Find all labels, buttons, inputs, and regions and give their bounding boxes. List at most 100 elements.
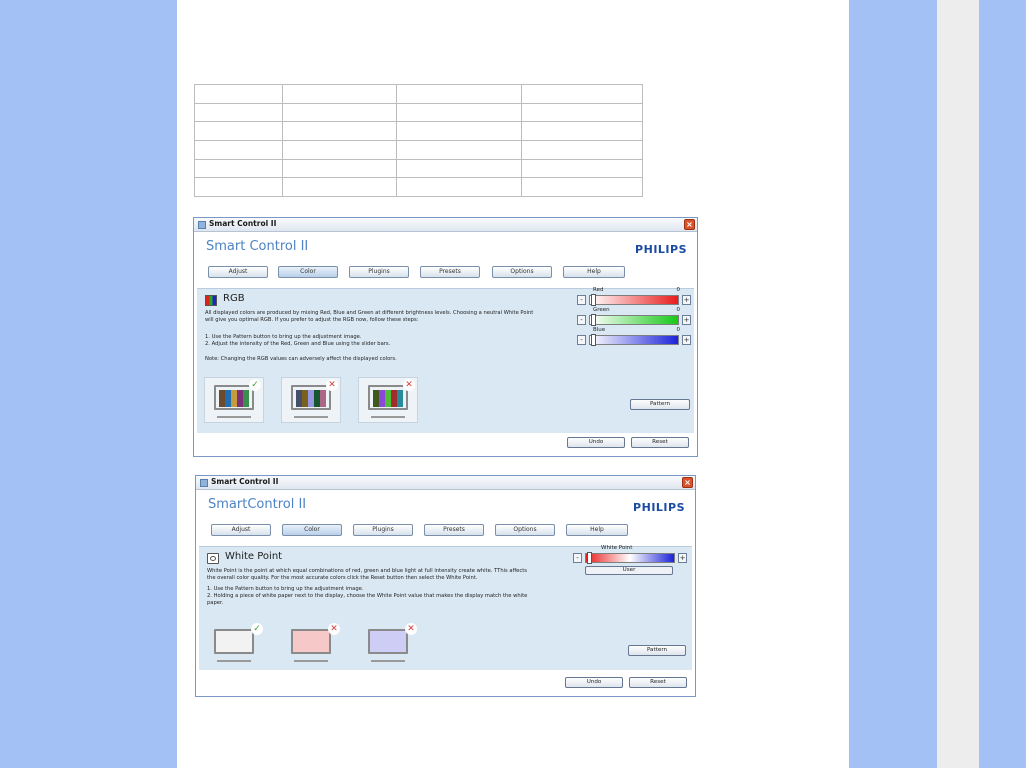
close-icon[interactable]: × bbox=[684, 219, 695, 230]
preview-incorrect-cool: ✕ bbox=[359, 622, 419, 668]
white-point-plus-button[interactable]: + bbox=[678, 553, 687, 563]
tab-adjust[interactable]: Adjust bbox=[211, 524, 271, 536]
title-bar: Smart Control II × bbox=[196, 476, 695, 490]
tab-plugins[interactable]: Plugins bbox=[349, 266, 409, 278]
people-photo bbox=[296, 390, 326, 407]
blue-track[interactable] bbox=[589, 335, 679, 345]
philips-logo: PHILIPS bbox=[633, 501, 685, 514]
tab-bar: Adjust Color Plugins Presets Options Hel… bbox=[206, 266, 636, 279]
blue-plus-button[interactable]: + bbox=[682, 335, 691, 345]
white-point-icon bbox=[207, 553, 219, 564]
white-point-minus-button[interactable]: - bbox=[573, 553, 582, 563]
left-blue-band bbox=[0, 0, 177, 768]
app-icon bbox=[200, 479, 208, 487]
green-slider[interactable]: - + bbox=[577, 314, 692, 326]
app-header: Smart Control II PHILIPS Adjust Color Pl… bbox=[194, 233, 697, 288]
app-title: SmartControl II bbox=[208, 497, 307, 512]
monitor-icon bbox=[368, 629, 408, 654]
step-2: 2. Holding a piece of white paper next t… bbox=[207, 593, 528, 606]
tab-plugins[interactable]: Plugins bbox=[353, 524, 413, 536]
tab-adjust[interactable]: Adjust bbox=[208, 266, 268, 278]
monitor-stand bbox=[371, 416, 405, 418]
pattern-button[interactable]: Pattern bbox=[628, 645, 686, 656]
tab-help[interactable]: Help bbox=[563, 266, 625, 278]
tab-color[interactable]: Color bbox=[278, 266, 338, 278]
table-row bbox=[194, 158, 643, 179]
preview-incorrect-warm: ✕ bbox=[358, 377, 418, 423]
smart-control-rgb-window: Smart Control II × Smart Control II PHIL… bbox=[193, 217, 698, 457]
blue-label: Blue bbox=[593, 327, 606, 333]
monitor-icon bbox=[214, 385, 254, 410]
reset-button[interactable]: Reset bbox=[629, 677, 687, 688]
white-point-slider[interactable]: - + bbox=[573, 552, 688, 564]
white-point-label: White Point bbox=[601, 545, 633, 551]
section-title: RGB bbox=[223, 293, 245, 304]
right-grey-band bbox=[937, 0, 979, 768]
undo-button[interactable]: Undo bbox=[565, 677, 623, 688]
check-icon: ✓ bbox=[251, 623, 263, 635]
monitor-icon bbox=[214, 629, 254, 654]
rgb-note: Note: Changing the RGB values can advers… bbox=[205, 356, 397, 362]
white-point-value-field[interactable]: User bbox=[585, 566, 673, 575]
smart-control-white-point-window: Smart Control II × SmartControl II PHILI… bbox=[195, 475, 696, 697]
footer-bar: Undo Reset bbox=[197, 433, 694, 453]
table-row bbox=[194, 121, 643, 141]
white-point-thumb[interactable] bbox=[587, 552, 592, 564]
tab-options[interactable]: Options bbox=[492, 266, 552, 278]
white-point-track[interactable] bbox=[585, 553, 675, 563]
people-photo bbox=[373, 390, 403, 407]
red-minus-button[interactable]: - bbox=[577, 295, 586, 305]
monitor-stand bbox=[294, 660, 328, 662]
monitor-icon bbox=[291, 629, 331, 654]
tab-options[interactable]: Options bbox=[495, 524, 555, 536]
red-track[interactable] bbox=[589, 295, 679, 305]
green-track[interactable] bbox=[589, 315, 679, 325]
pattern-button[interactable]: Pattern bbox=[630, 399, 690, 410]
app-header: SmartControl II PHILIPS Adjust Color Plu… bbox=[196, 491, 695, 546]
step-2: 2. Adjust the intensity of the Red, Gree… bbox=[205, 341, 391, 347]
preview-incorrect-cool: ✕ bbox=[281, 377, 341, 423]
cross-icon: ✕ bbox=[326, 379, 338, 391]
table-row bbox=[194, 84, 643, 104]
rgb-panel: RGB All displayed colors are produced by… bbox=[197, 287, 694, 433]
red-slider[interactable]: - + bbox=[577, 294, 692, 306]
white-point-description: White Point is the point at which equal … bbox=[207, 568, 527, 581]
cross-icon: ✕ bbox=[405, 623, 417, 635]
step-1: 1. Use the Pattern button to bring up th… bbox=[205, 334, 362, 340]
monitor-icon bbox=[291, 385, 331, 410]
red-value: 0 bbox=[676, 287, 681, 293]
blue-thumb[interactable] bbox=[591, 334, 596, 346]
tab-help[interactable]: Help bbox=[566, 524, 628, 536]
green-minus-button[interactable]: - bbox=[577, 315, 586, 325]
check-icon: ✓ bbox=[249, 379, 261, 391]
empty-table bbox=[194, 84, 643, 197]
monitor-icon bbox=[368, 385, 408, 410]
close-icon[interactable]: × bbox=[682, 477, 693, 488]
tab-bar: Adjust Color Plugins Presets Options Hel… bbox=[208, 524, 638, 537]
preview-correct: ✓ bbox=[205, 622, 265, 668]
red-thumb[interactable] bbox=[591, 294, 596, 306]
red-plus-button[interactable]: + bbox=[682, 295, 691, 305]
tab-presets[interactable]: Presets bbox=[420, 266, 480, 278]
app-title: Smart Control II bbox=[206, 239, 309, 254]
reset-button[interactable]: Reset bbox=[631, 437, 689, 448]
tab-presets[interactable]: Presets bbox=[424, 524, 484, 536]
blue-slider[interactable]: - + bbox=[577, 334, 692, 346]
window-title: Smart Control II bbox=[209, 219, 277, 228]
cross-icon: ✕ bbox=[403, 379, 415, 391]
green-plus-button[interactable]: + bbox=[682, 315, 691, 325]
table-row bbox=[194, 177, 643, 197]
table-row bbox=[194, 139, 643, 160]
green-thumb[interactable] bbox=[591, 314, 596, 326]
table-row bbox=[194, 102, 643, 123]
window-title: Smart Control II bbox=[211, 477, 279, 486]
undo-button[interactable]: Undo bbox=[567, 437, 625, 448]
white-point-panel: White Point White Point is the point at … bbox=[199, 545, 692, 670]
tab-color[interactable]: Color bbox=[282, 524, 342, 536]
footer-bar: Undo Reset bbox=[199, 673, 692, 693]
rgb-description: All displayed colors are produced by mix… bbox=[205, 310, 534, 323]
monitor-stand bbox=[294, 416, 328, 418]
monitor-stand bbox=[217, 660, 251, 662]
blue-minus-button[interactable]: - bbox=[577, 335, 586, 345]
green-label: Green bbox=[593, 307, 610, 313]
